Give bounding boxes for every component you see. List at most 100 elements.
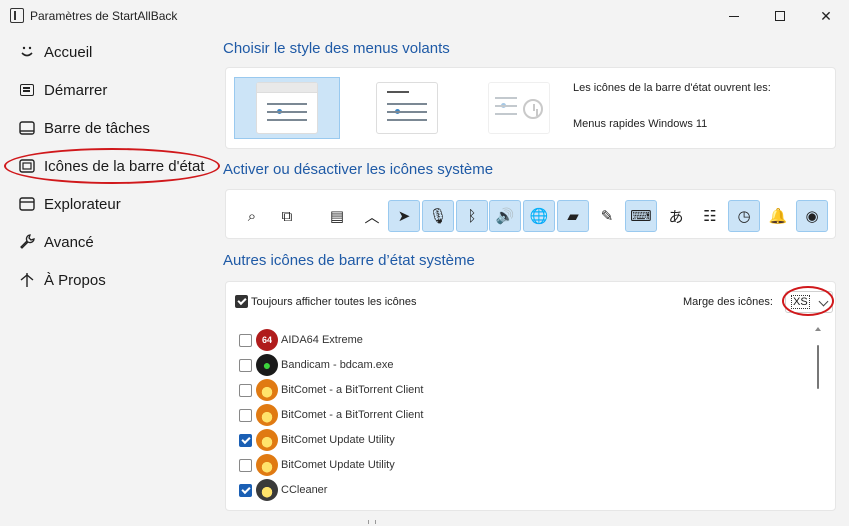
maximize-button[interactable]: [757, 0, 803, 32]
app-icon: [10, 8, 24, 23]
pen-icon: ✎: [600, 208, 614, 225]
language-toggle[interactable]: あ: [660, 200, 692, 232]
pen-toggle[interactable]: ✎: [591, 200, 623, 232]
smiley-icon: [18, 43, 36, 61]
bluetooth-icon: ᛒ: [467, 207, 477, 225]
search-icon: ⌕: [247, 207, 257, 225]
flyout-style-thumb: [376, 82, 438, 134]
taskbar-icon: [18, 119, 36, 137]
app-name: BitComet - a BitTorrent Client: [281, 409, 424, 421]
app-logo-icon: [256, 404, 278, 426]
always-show-checkbox[interactable]: [235, 295, 248, 308]
app-name: CCleaner: [281, 484, 328, 496]
app-checkbox[interactable]: [239, 359, 252, 372]
volume-icon: 🔊: [495, 208, 515, 225]
bell-icon: 🔔: [768, 208, 788, 225]
sidebar-item-label: À Propos: [44, 271, 106, 289]
sliders-toggle[interactable]: ☷: [694, 200, 726, 232]
eye-toggle[interactable]: ◉: [796, 200, 828, 232]
app-row[interactable]: BitComet - a BitTorrent Client: [236, 403, 806, 428]
bluetooth-toggle[interactable]: ᛒ: [456, 200, 488, 232]
sidebar-item-label: Explorateur: [44, 195, 121, 213]
app-name: AIDA64 Extreme: [281, 334, 363, 346]
network-toggle[interactable]: 🌐: [523, 200, 555, 232]
battery-toggle[interactable]: ▰: [557, 200, 589, 232]
chevron-up-icon: ︿: [364, 208, 380, 226]
tray-icon: [18, 157, 36, 175]
minimize-icon: [729, 15, 739, 17]
sidebar-item-label: Barre de tâches: [44, 119, 150, 137]
clock-icon: ◷: [737, 208, 751, 225]
app-name: BitComet - a BitTorrent Client: [281, 384, 424, 396]
flyout-style-windows11[interactable]: [234, 77, 340, 139]
maximize-icon: [775, 11, 785, 21]
margin-select[interactable]: XS: [785, 291, 833, 313]
app-row[interactable]: BitComet - a BitTorrent Client: [236, 378, 806, 403]
app-checkbox[interactable]: [239, 459, 252, 472]
app-logo-icon: ●: [256, 354, 278, 376]
chevron-up-toggle[interactable]: ︿: [356, 200, 388, 232]
widgets-toggle[interactable]: ▤: [321, 200, 353, 232]
keyboard-toggle[interactable]: ⌨: [625, 200, 657, 232]
location-icon: ➤: [397, 208, 411, 225]
system-icons-panel: ⌕ ⧉ ▤ ︿ ➤ 🎙 ᛒ 🔊 🌐 ▰ ✎ ⌨ あ ☷ ◷ 🔔 ◉: [225, 189, 836, 239]
app-logo-icon: [256, 479, 278, 501]
sidebar-item-label: Icônes de la barre d'état: [44, 157, 205, 175]
sidebar-item-demarrer[interactable]: Démarrer: [8, 73, 208, 107]
sidebar-item-explorateur[interactable]: Explorateur: [8, 187, 208, 221]
scrollbar-thumb[interactable]: [817, 345, 819, 389]
search-toggle[interactable]: ⌕: [236, 200, 268, 232]
folder-icon: [18, 195, 36, 213]
task-view-toggle[interactable]: ⧉: [271, 200, 303, 232]
microphone-icon: 🎙: [428, 208, 448, 225]
title-bar: Paramètres de StartAllBack ✕: [0, 0, 849, 32]
app-row[interactable]: BitComet Update Utility: [236, 453, 806, 478]
sidebar-item-avance[interactable]: Avancé: [8, 225, 208, 259]
location-toggle[interactable]: ➤: [388, 200, 420, 232]
minimize-button[interactable]: [711, 0, 757, 32]
sidebar-item-icones-barre-etat[interactable]: Icônes de la barre d'état: [8, 149, 208, 183]
sidebar-item-barre-de-taches[interactable]: Barre de tâches: [8, 111, 208, 145]
widgets-icon: ▤: [329, 208, 345, 225]
app-checkbox[interactable]: [239, 484, 252, 497]
microphone-toggle[interactable]: 🎙: [422, 200, 454, 232]
sidebar-item-accueil[interactable]: Accueil: [8, 35, 208, 69]
app-row[interactable]: CCleaner: [236, 478, 806, 503]
app-logo-icon: 64: [256, 329, 278, 351]
sidebar-item-a-propos[interactable]: À Propos: [8, 263, 208, 297]
app-checkbox[interactable]: [239, 409, 252, 422]
start-menu-icon: [18, 81, 36, 99]
app-name: BitComet Update Utility: [281, 459, 395, 471]
app-row[interactable]: BitComet Update Utility: [236, 428, 806, 453]
flyout-open-value[interactable]: Menus rapides Windows 11: [573, 118, 707, 130]
sidebar: Accueil Démarrer Barre de tâches Icônes …: [0, 32, 220, 526]
system-icons-section-title: Activer ou désactiver les icônes système: [223, 161, 494, 178]
window-title: Paramètres de StartAllBack: [30, 9, 178, 23]
app-logo-icon: [256, 454, 278, 476]
bell-toggle[interactable]: 🔔: [762, 200, 794, 232]
sidebar-item-label: Avancé: [44, 233, 94, 251]
network-icon: 🌐: [529, 208, 549, 225]
app-list-scrollbar[interactable]: [814, 327, 822, 505]
scroll-up-icon: [815, 327, 821, 331]
app-logo-icon: [256, 379, 278, 401]
volume-toggle[interactable]: 🔊: [489, 200, 521, 232]
app-name: Bandicam - bdcam.exe: [281, 359, 394, 371]
app-logo-icon: [256, 429, 278, 451]
flyout-style-windows10[interactable]: [354, 77, 460, 139]
flyout-style-windows7[interactable]: [466, 77, 572, 139]
clock-toggle[interactable]: ◷: [728, 200, 760, 232]
chevron-down-icon: [818, 296, 829, 307]
app-row[interactable]: 64 AIDA64 Extreme: [236, 328, 806, 353]
sliders-icon: ☷: [703, 208, 717, 225]
language-icon: あ: [668, 208, 684, 226]
app-checkbox[interactable]: [239, 384, 252, 397]
app-checkbox[interactable]: [239, 434, 252, 447]
app-checkbox[interactable]: [239, 334, 252, 347]
sidebar-item-label: Démarrer: [44, 81, 108, 99]
close-button[interactable]: ✕: [803, 0, 849, 32]
task-view-icon: ⧉: [281, 207, 293, 225]
app-row[interactable]: ● Bandicam - bdcam.exe: [236, 353, 806, 378]
resize-notch: [368, 520, 376, 524]
flyout-style-thumb: [488, 82, 550, 134]
